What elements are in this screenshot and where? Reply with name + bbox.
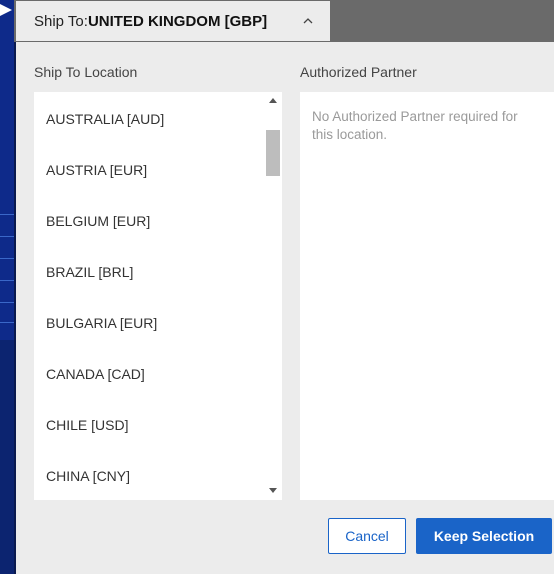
list-item-location[interactable]: BRAZIL [BRL]: [46, 264, 133, 280]
background-divider: [0, 302, 14, 303]
stage: Ship To: UNITED KINGDOM [GBP] Ship To Lo…: [0, 0, 554, 574]
cancel-button[interactable]: Cancel: [328, 518, 406, 554]
scroll-up-arrow-icon[interactable]: [269, 98, 277, 103]
ship-to-dropdown-toggle[interactable]: Ship To: UNITED KINGDOM [GBP]: [16, 1, 330, 41]
pointer-arrow-icon: [0, 4, 12, 16]
background-divider: [0, 214, 14, 215]
list-item-location[interactable]: AUSTRALIA [AUD]: [46, 111, 164, 127]
authorized-partner-heading: Authorized Partner: [300, 64, 417, 80]
ship-to-label: Ship To:: [34, 12, 88, 30]
background-divider: [0, 322, 14, 323]
ship-to-selected-value: UNITED KINGDOM [GBP]: [87, 12, 268, 30]
ship-to-panel: Ship To Location Authorized Partner AUST…: [16, 42, 554, 574]
list-item-location[interactable]: CANADA [CAD]: [46, 366, 145, 382]
chevron-up-icon[interactable]: [298, 11, 318, 31]
background-divider: [0, 280, 14, 281]
ship-to-location-heading: Ship To Location: [34, 64, 138, 80]
list-item-location[interactable]: BELGIUM [EUR]: [46, 213, 150, 229]
list-item-location[interactable]: CHILE [USD]: [46, 417, 128, 433]
list-item-location[interactable]: AUSTRIA [EUR]: [46, 162, 147, 178]
scroll-down-arrow-icon[interactable]: [269, 488, 277, 493]
list-item-location[interactable]: CHINA [CNY]: [46, 468, 130, 484]
keep-selection-button[interactable]: Keep Selection: [416, 518, 552, 554]
list-item-location[interactable]: BULGARIA [EUR]: [46, 315, 157, 331]
list-scrollbar[interactable]: [264, 92, 282, 500]
background-divider: [0, 258, 14, 259]
authorized-partner-note: No Authorized Partner required for this …: [312, 109, 518, 142]
ship-to-location-list[interactable]: AUSTRALIA [AUD] AUSTRIA [EUR] BELGIUM [E…: [34, 92, 282, 500]
authorized-partner-box: No Authorized Partner required for this …: [300, 92, 554, 500]
background-lower-block: [0, 340, 14, 574]
background-page-strip: [0, 0, 14, 574]
scrollbar-thumb[interactable]: [266, 130, 280, 176]
background-divider: [0, 236, 14, 237]
